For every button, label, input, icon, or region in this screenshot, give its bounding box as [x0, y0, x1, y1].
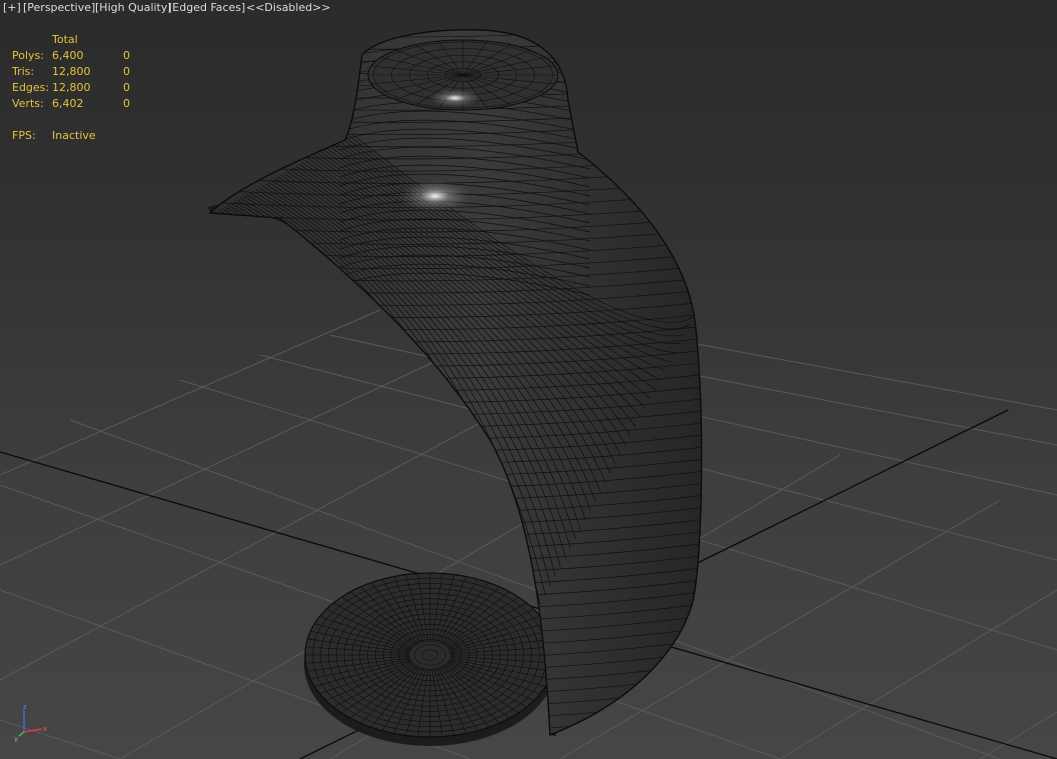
stats-total: 6,402 [52, 97, 84, 110]
stats-row-polys: Polys: 6,400 0 [12, 48, 163, 64]
stats-total: 12,800 [52, 65, 91, 78]
stats-label: Polys: [12, 49, 44, 62]
perspective-viewport[interactable]: [+] [Perspective] [High Quality] [Edged … [0, 0, 1057, 759]
stats-label: Edges: [12, 81, 50, 94]
stats-label: Tris: [12, 65, 35, 78]
stats-selected: 0 [123, 49, 130, 62]
stand-base [304, 572, 556, 746]
stats-total: 6,400 [52, 49, 84, 62]
stats-row-edges: Edges: 12,800 0 [12, 80, 163, 96]
stats-row-verts: Verts: 6,402 0 [12, 96, 163, 112]
axis-z-label: z [23, 703, 27, 711]
stats-total-header: Total [52, 33, 78, 46]
stats-selected: 0 [123, 97, 130, 110]
stats-total: 12,800 [52, 81, 91, 94]
axis-x-label: x [43, 725, 47, 733]
fps-value: Inactive [52, 129, 96, 142]
statistics-panel: Total Polys: 6,400 0 Tris: 12,800 0 Edge… [12, 32, 163, 144]
stats-row-fps: FPS: Inactive [12, 128, 163, 144]
stats-row-tris: Tris: 12,800 0 [12, 64, 163, 80]
stats-selected: 0 [123, 65, 130, 78]
axis-tripod-icon: z x y [14, 703, 47, 742]
axis-y-label: y [14, 735, 18, 742]
stats-selected: 0 [123, 81, 130, 94]
fps-label: FPS: [12, 129, 36, 142]
stats-label: Verts: [12, 97, 44, 110]
